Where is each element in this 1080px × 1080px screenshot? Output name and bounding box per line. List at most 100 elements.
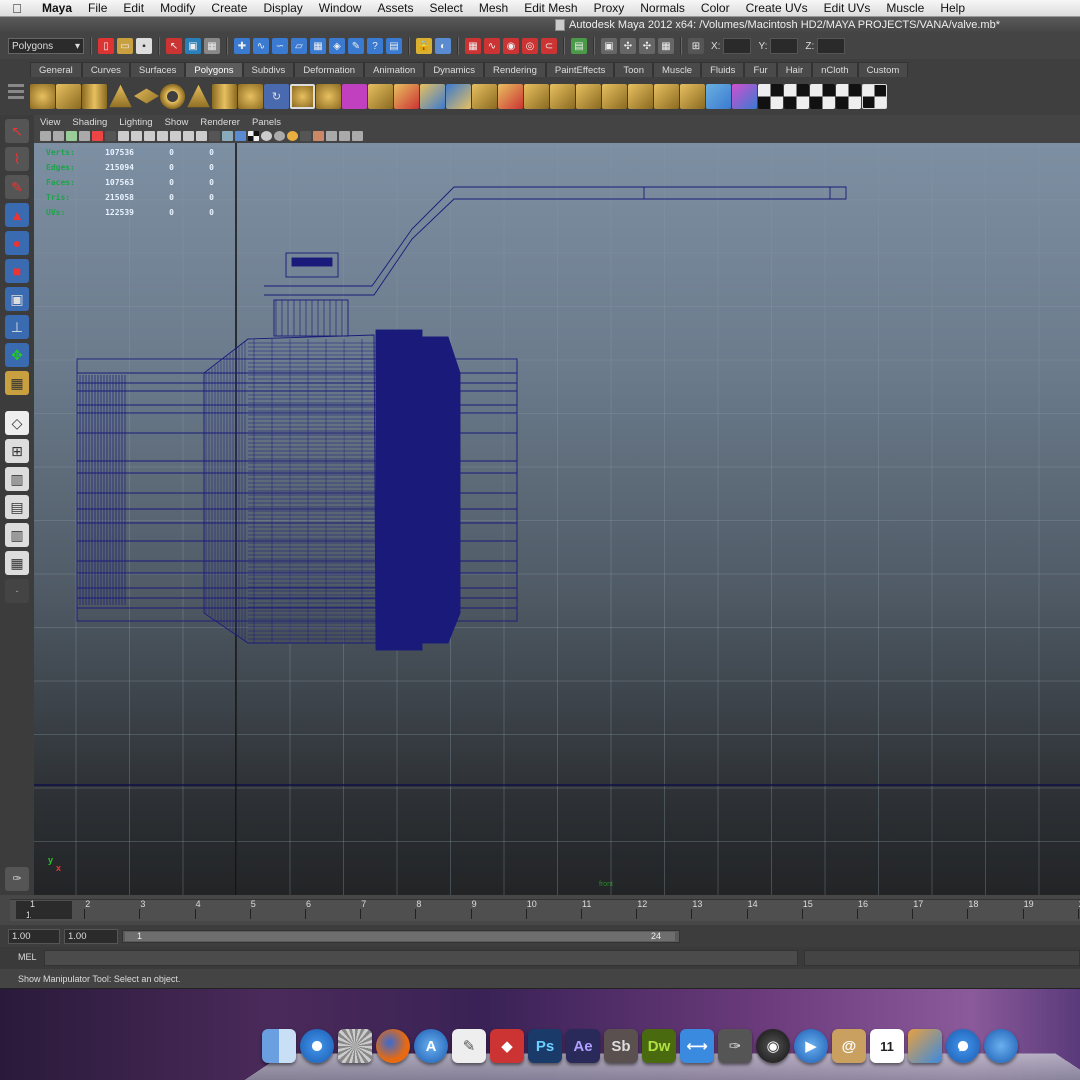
image-plane-icon[interactable] xyxy=(79,131,90,141)
move-tool-icon[interactable]: ▲ xyxy=(5,203,29,227)
save-scene-icon[interactable]: ▪ xyxy=(136,38,152,54)
menu-create[interactable]: Create xyxy=(203,1,255,15)
shadows-icon[interactable] xyxy=(287,131,298,141)
outliner-persp-graph-layout-icon[interactable]: ▦ xyxy=(5,551,29,575)
menu-assets[interactable]: Assets xyxy=(369,1,421,15)
separate-icon[interactable] xyxy=(342,83,367,109)
shelf-tab-hair[interactable]: Hair xyxy=(776,62,813,77)
universal-manipulator-icon[interactable]: ▣ xyxy=(5,287,29,311)
playback-range-fill[interactable] xyxy=(125,932,675,941)
rotate-tool-icon[interactable]: ● xyxy=(5,231,29,255)
persp-graph-layout-icon[interactable]: ▤ xyxy=(5,495,29,519)
select-tool-icon[interactable]: ↖ xyxy=(5,119,29,143)
shelf-tab-dynamics[interactable]: Dynamics xyxy=(424,62,485,77)
select-component-icon[interactable]: ▦ xyxy=(204,38,220,54)
select-hierarchy-icon[interactable]: ↖ xyxy=(166,38,182,54)
feather-icon[interactable]: ✑ xyxy=(5,867,29,891)
construction-history-icon[interactable]: ▤ xyxy=(571,38,587,54)
panel-menu-panels[interactable]: Panels xyxy=(252,117,281,128)
itunes-icon[interactable]: ♫ xyxy=(946,1029,980,1063)
use-default-light-icon[interactable] xyxy=(261,131,272,141)
render-settings-icon[interactable]: ▦ xyxy=(658,38,674,54)
crossover-icon[interactable]: ◆ xyxy=(490,1029,524,1063)
dreamweaver-icon[interactable]: Dw xyxy=(642,1029,676,1063)
safe-title-icon[interactable] xyxy=(196,131,207,141)
x-field[interactable] xyxy=(723,38,752,54)
bridge-icon[interactable] xyxy=(524,83,549,109)
menu-normals[interactable]: Normals xyxy=(632,1,693,15)
menu-proxy[interactable]: Proxy xyxy=(586,1,633,15)
globe-icon[interactable] xyxy=(984,1029,1018,1063)
poly-plane-icon[interactable] xyxy=(134,88,159,104)
shelf-tab-surfaces[interactable]: Surfaces xyxy=(129,62,186,77)
xray-joints-icon[interactable] xyxy=(352,131,363,141)
layout-uvs-icon[interactable] xyxy=(810,83,835,109)
scale-tool-icon[interactable]: ■ xyxy=(5,259,29,283)
smooth-shade-icon[interactable] xyxy=(235,131,246,141)
uv-editor-icon[interactable] xyxy=(862,83,887,109)
menu-display[interactable]: Display xyxy=(255,1,310,15)
mask-curves-icon[interactable]: ∽ xyxy=(272,38,288,54)
safe-action-icon[interactable] xyxy=(183,131,194,141)
apple-menu-icon[interactable]:  xyxy=(0,1,34,16)
shelf-tab-fluids[interactable]: Fluids xyxy=(701,62,745,77)
make-live-icon[interactable]: ⊂ xyxy=(541,38,557,54)
menu-color[interactable]: Color xyxy=(693,1,738,15)
menu-muscle[interactable]: Muscle xyxy=(878,1,932,15)
range-start-field[interactable]: 1.00 xyxy=(64,929,118,944)
panel-menu-renderer[interactable]: Renderer xyxy=(200,117,240,128)
insert-edge-loop-icon[interactable] xyxy=(628,83,653,109)
panel-menu-show[interactable]: Show xyxy=(165,117,189,128)
menu-create-uvs[interactable]: Create UVs xyxy=(738,1,816,15)
smooth-icon[interactable] xyxy=(420,83,445,109)
shelf-tab-fur[interactable]: Fur xyxy=(744,62,777,77)
last-tool-icon[interactable]: ▦ xyxy=(5,371,29,395)
panel-menu-shading[interactable]: Shading xyxy=(72,117,107,128)
grid-icon[interactable] xyxy=(118,131,129,141)
current-time-marker[interactable] xyxy=(16,901,72,919)
playback-range-bar[interactable]: 1 24 xyxy=(122,930,680,943)
menu-window[interactable]: Window xyxy=(311,1,370,15)
film-gate-icon[interactable] xyxy=(131,131,142,141)
mask-surfaces-icon[interactable]: ▱ xyxy=(291,38,307,54)
offset-edge-loop-icon[interactable] xyxy=(654,83,679,109)
menu-modify[interactable]: Modify xyxy=(152,1,203,15)
use-all-lights-icon[interactable] xyxy=(274,131,285,141)
booleans-icon[interactable] xyxy=(394,83,419,109)
shelf-tab-polygons[interactable]: Polygons xyxy=(185,62,243,77)
shelf-tab-animation[interactable]: Animation xyxy=(364,62,425,77)
four-view-layout-icon[interactable]: ⊞ xyxy=(5,439,29,463)
smooth-proxy-icon[interactable] xyxy=(446,83,471,109)
sculpt-geometry-icon[interactable] xyxy=(732,83,757,109)
xray-active-icon[interactable] xyxy=(339,131,350,141)
shelf-tab-deformation[interactable]: Deformation xyxy=(294,62,365,77)
select-object-icon[interactable]: ▣ xyxy=(185,38,201,54)
mask-rendering-icon[interactable]: ✎ xyxy=(348,38,364,54)
menu-file[interactable]: File xyxy=(80,1,115,15)
isolate-select-icon[interactable] xyxy=(313,131,324,141)
snap-point-icon[interactable]: ◉ xyxy=(503,38,519,54)
mask-misc-icon[interactable]: ? xyxy=(367,38,383,54)
input-line-mode-icon[interactable]: ⊞ xyxy=(688,38,704,54)
poly-cylinder-icon[interactable] xyxy=(82,83,107,109)
split-polygon-icon[interactable] xyxy=(602,83,627,109)
time-slider[interactable]: 1 1234567891011121314151617181920 xyxy=(0,895,1080,925)
open-scene-icon[interactable]: ▭ xyxy=(117,38,133,54)
poly-prism-icon[interactable] xyxy=(187,84,210,108)
menu-maya[interactable]: Maya xyxy=(34,1,80,15)
render-current-icon[interactable]: ✣ xyxy=(620,38,636,54)
poly-helix-icon[interactable] xyxy=(238,83,263,109)
maya-icon[interactable]: ✑ xyxy=(718,1029,752,1063)
shelf-tab-custom[interactable]: Custom xyxy=(857,62,909,77)
soundbooth-icon[interactable]: Sb xyxy=(604,1029,638,1063)
mirror-geometry-icon[interactable] xyxy=(472,83,497,109)
firefox-icon[interactable] xyxy=(376,1029,410,1063)
bevel-icon[interactable] xyxy=(680,83,705,109)
app-store-icon[interactable]: A xyxy=(414,1029,448,1063)
camera-icon[interactable] xyxy=(40,131,51,141)
poly-cone-icon[interactable] xyxy=(109,84,132,108)
uv-checker-icon[interactable] xyxy=(784,83,809,109)
camera-attributes-icon[interactable] xyxy=(53,131,64,141)
finder-icon[interactable] xyxy=(262,1029,296,1063)
unfold-uvs-icon[interactable] xyxy=(836,83,861,109)
